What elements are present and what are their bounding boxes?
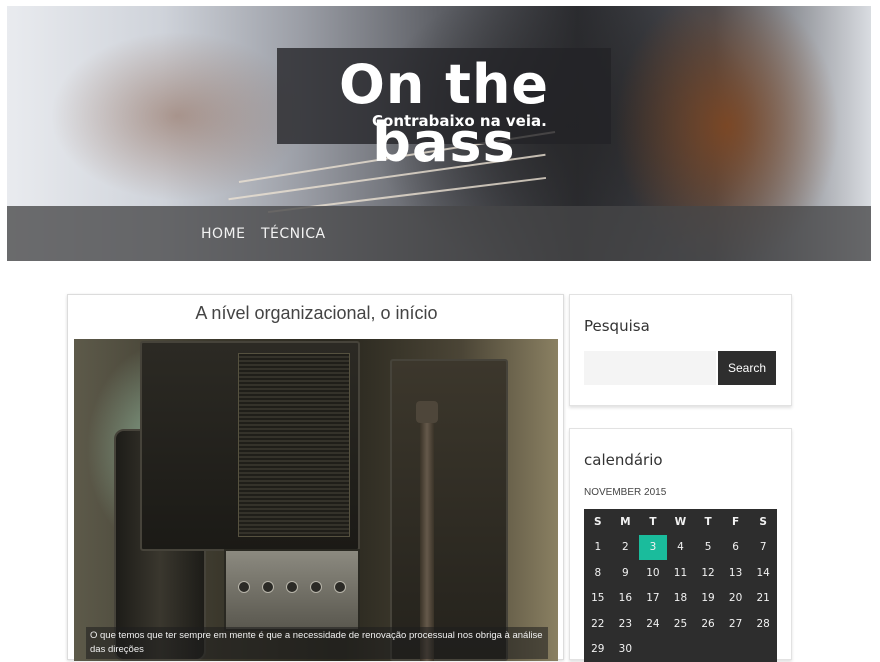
search-widget: Pesquisa Search [569,294,792,406]
amp-knob [238,581,250,593]
calendar-day: 13 [722,560,750,586]
calendar-day: 22 [584,611,612,637]
calendar-week-row: 8 9 10 11 12 13 14 [584,560,777,586]
calendar-day: 16 [612,586,640,612]
bass-guitar-headstock [416,401,438,423]
post-featured-image[interactable]: O que temos que ter sempre em mente é qu… [74,339,558,661]
search-button[interactable]: Search [718,351,776,385]
calendar-day: 2 [612,535,640,561]
calendar-day: 15 [584,586,612,612]
nav-item-tecnica[interactable]: TÉCNICA [261,226,326,242]
search-widget-title: Pesquisa [584,317,650,335]
calendar-day: 9 [612,560,640,586]
calendar-day: 7 [749,535,777,561]
calendar-day: 1 [584,535,612,561]
calendar-day: 8 [584,560,612,586]
calendar-week-row: 29 30 [584,637,777,662]
calendar-widget-title: calendário [584,451,663,469]
nav-item-home[interactable]: HOME [201,226,245,242]
calendar-day [667,637,695,662]
calendar-week-row: 1 2 3 4 5 6 7 [584,535,777,561]
post-card: A nível organizacional, o início O que t… [67,294,564,660]
calendar-week-row: 22 23 24 25 26 27 28 [584,611,777,637]
speaker-cabinet [140,341,360,551]
calendar-day: 17 [639,586,667,612]
weekday-header: T [639,509,667,535]
calendar-day: 4 [667,535,695,561]
calendar-day: 11 [667,560,695,586]
calendar-day: 5 [694,535,722,561]
calendar-day: 6 [722,535,750,561]
search-input[interactable] [584,351,716,385]
site-branding[interactable]: On the bass Contrabaixo na veia. [277,48,611,144]
site-subtitle: Contrabaixo na veia. [372,112,547,130]
amp-head [224,549,360,631]
calendar-day: 23 [612,611,640,637]
site-header: On the bass Contrabaixo na veia. HOME TÉ… [7,6,871,261]
main-navigation: HOME TÉCNICA [7,206,871,261]
calendar-day [639,637,667,662]
amp-knob [262,581,274,593]
calendar-month-caption: NOVEMBER 2015 [584,487,666,498]
calendar-day: 24 [639,611,667,637]
weekday-header: S [749,509,777,535]
post-excerpt: O que temos que ter sempre em mente é qu… [86,627,548,659]
weekday-header: M [612,509,640,535]
calendar-day [694,637,722,662]
calendar-day: 29 [584,637,612,662]
bass-cabinet [390,359,508,661]
calendar-day: 10 [639,560,667,586]
amp-knob [286,581,298,593]
calendar-day: 18 [667,586,695,612]
calendar-day: 19 [694,586,722,612]
calendar-week-row: 15 16 17 18 19 20 21 [584,586,777,612]
calendar-day [722,637,750,662]
weekday-header: S [584,509,612,535]
calendar-day: 25 [667,611,695,637]
calendar-day [749,637,777,662]
amp-knob [334,581,346,593]
calendar-day: 14 [749,560,777,586]
calendar-day: 28 [749,611,777,637]
calendar-widget: calendário NOVEMBER 2015 S M T W T F S 1… [569,428,792,660]
post-title[interactable]: A nível organizacional, o início [68,303,565,324]
calendar-day: 30 [612,637,640,662]
weekday-header: T [694,509,722,535]
calendar-day: 20 [722,586,750,612]
calendar-day: 21 [749,586,777,612]
calendar-table: S M T W T F S 1 2 3 4 5 6 7 8 9 10 [584,509,777,662]
calendar-day: 26 [694,611,722,637]
weekday-header: W [667,509,695,535]
amp-knob [310,581,322,593]
bass-guitar-neck [420,409,434,661]
speaker-grille [238,353,350,537]
calendar-day: 12 [694,560,722,586]
calendar-weekday-row: S M T W T F S [584,509,777,535]
calendar-day: 27 [722,611,750,637]
calendar-day-today: 3 [639,535,667,561]
weekday-header: F [722,509,750,535]
